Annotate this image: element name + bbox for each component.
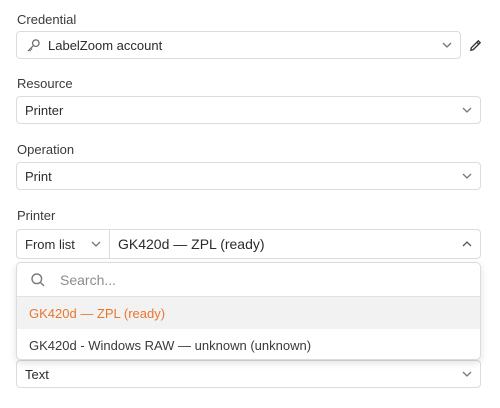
resource-value: Printer — [25, 102, 64, 118]
operation-select[interactable]: Print — [16, 162, 481, 190]
chevron-up-icon — [454, 238, 480, 250]
credential-select[interactable]: LabelZoom account — [16, 31, 461, 59]
printer-label: Printer — [17, 208, 56, 223]
chevron-down-icon — [83, 238, 109, 250]
resource-label: Resource — [17, 76, 73, 91]
printer-search — [17, 263, 480, 297]
edit-credential-button[interactable] — [466, 36, 484, 54]
chevron-down-icon — [434, 39, 460, 51]
chevron-down-icon — [454, 368, 480, 380]
credential-label: Credential — [17, 12, 77, 27]
printer-select[interactable]: GK420d — ZPL (ready) — [110, 230, 480, 258]
search-icon — [31, 272, 45, 286]
search-input[interactable] — [58, 270, 480, 289]
printer-mode-select[interactable]: From list — [17, 230, 110, 258]
printer-mode-value: From list — [25, 236, 75, 252]
printer-value: GK420d — ZPL (ready) — [118, 236, 265, 252]
key-icon — [26, 37, 42, 53]
format-value: Text — [25, 366, 49, 382]
operation-value: Print — [25, 168, 52, 184]
resource-select[interactable]: Printer — [16, 96, 481, 124]
format-select[interactable]: Text — [16, 360, 481, 388]
credential-value: LabelZoom account — [48, 37, 163, 53]
pencil-icon — [468, 38, 483, 53]
printer-resource-locator: From list GK420d — ZPL (ready) — [16, 229, 481, 259]
printer-option[interactable]: GK420d - Windows RAW — unknown (unknown) — [17, 329, 480, 359]
printer-dropdown: GK420d — ZPL (ready) GK420d - Windows RA… — [16, 262, 481, 360]
chevron-down-icon — [454, 104, 480, 116]
operation-label: Operation — [17, 142, 75, 157]
chevron-down-icon — [454, 170, 480, 182]
printer-option[interactable]: GK420d — ZPL (ready) — [17, 297, 480, 329]
